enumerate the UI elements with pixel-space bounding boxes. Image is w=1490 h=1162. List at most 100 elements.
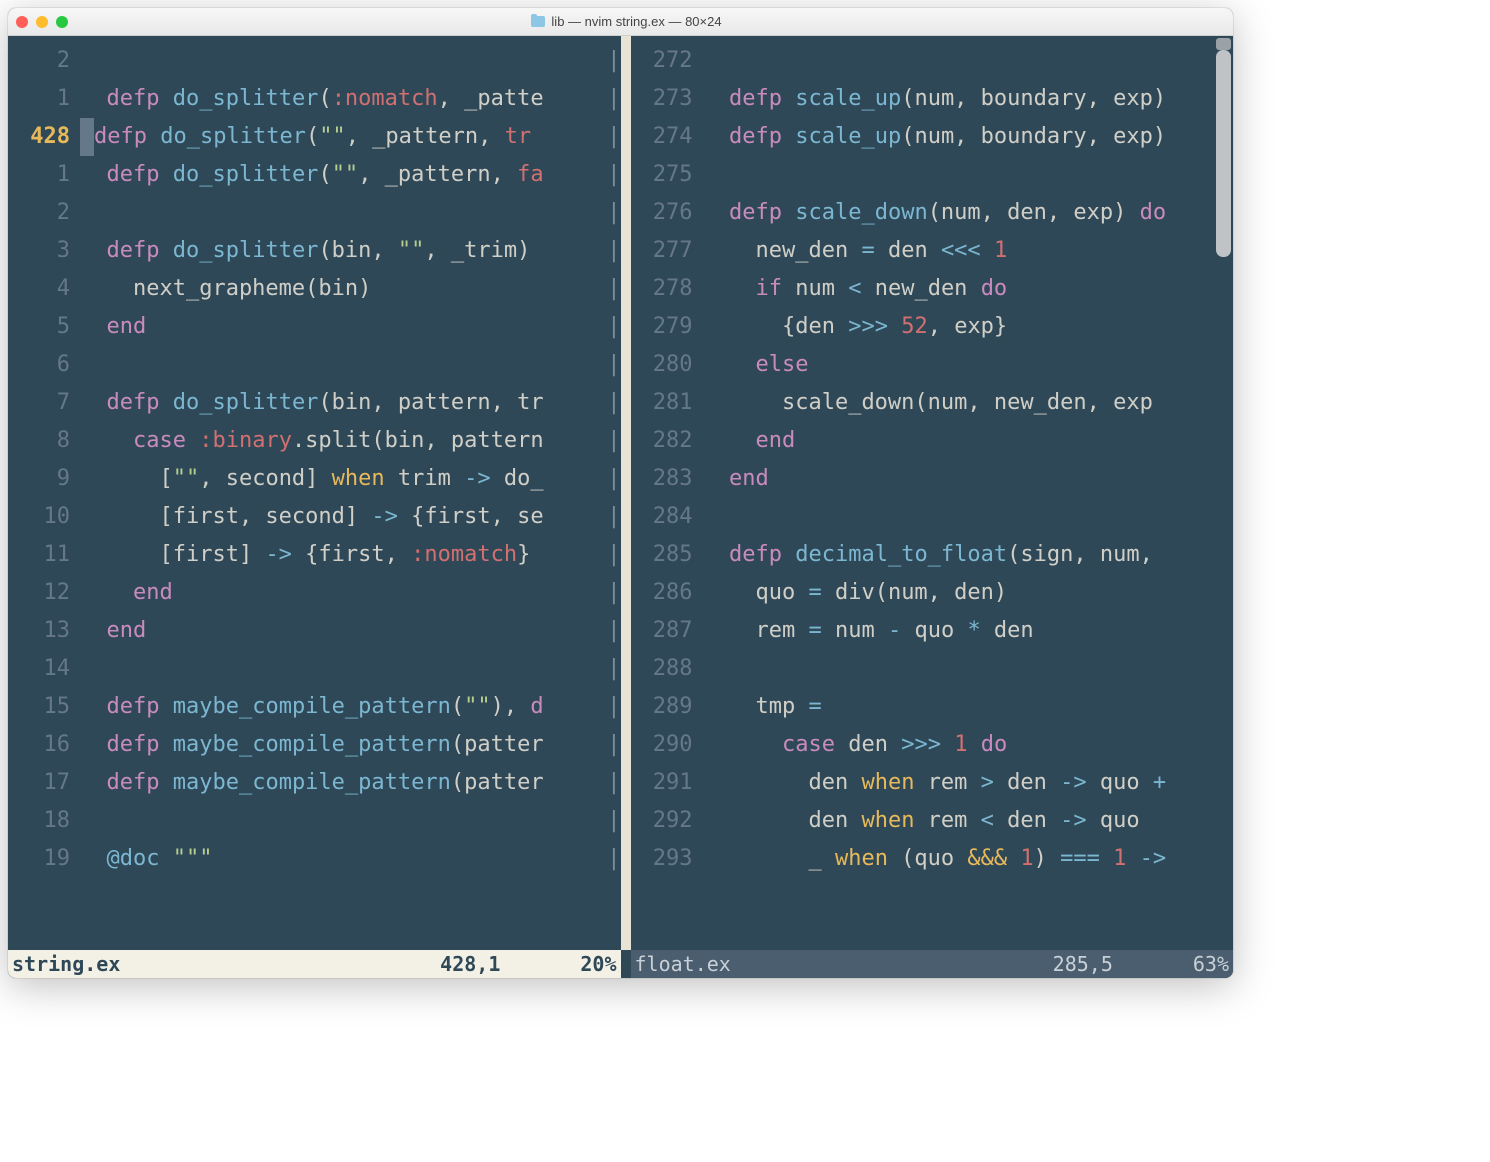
code-content: tmp = [703, 688, 822, 726]
folder-icon [531, 16, 545, 27]
minimize-icon[interactable] [36, 16, 48, 28]
code-content: case :binary.split(bin, pattern [80, 422, 544, 460]
editor[interactable]: 2|1 defp do_splitter(:nomatch, _patte|42… [8, 36, 1233, 978]
pane-left[interactable]: 2|1 defp do_splitter(:nomatch, _patte|42… [8, 36, 621, 950]
code-line[interactable]: 15 defp maybe_compile_pattern(""), d| [8, 688, 621, 726]
line-number: 11 [8, 536, 80, 574]
split-pipe-icon: | [607, 612, 620, 650]
code-content: defp do_splitter(bin, "", _trim) [80, 232, 544, 270]
code-line[interactable]: 272 [631, 42, 1234, 80]
vertical-split[interactable] [621, 36, 631, 950]
line-number: 1 [8, 80, 80, 118]
code-line[interactable]: 292 den when rem < den -> quo [631, 802, 1234, 840]
code-line[interactable]: 428defp do_splitter("", _pattern, tr| [8, 118, 621, 156]
line-number: 2 [8, 42, 80, 80]
code-line[interactable]: 4 next_grapheme(bin)| [8, 270, 621, 308]
code-line[interactable]: 284 [631, 498, 1234, 536]
line-number: 274 [631, 118, 703, 156]
line-number: 285 [631, 536, 703, 574]
code-line[interactable]: 293 _ when (quo &&& 1) === 1 -> [631, 840, 1234, 878]
code-line[interactable]: 274 defp scale_up(num, boundary, exp) [631, 118, 1234, 156]
code-line[interactable]: 1 defp do_splitter("", _pattern, fa| [8, 156, 621, 194]
code-content: rem = num - quo * den [703, 612, 1034, 650]
code-content: quo = div(num, den) [703, 574, 1008, 612]
split-pipe-icon: | [607, 726, 620, 764]
code-line[interactable]: 1 defp do_splitter(:nomatch, _patte| [8, 80, 621, 118]
line-number: 293 [631, 840, 703, 878]
code-line[interactable]: 276 defp scale_down(num, den, exp) do [631, 194, 1234, 232]
line-number: 277 [631, 232, 703, 270]
code-line[interactable]: 286 quo = div(num, den) [631, 574, 1234, 612]
code-line[interactable]: 14| [8, 650, 621, 688]
code-content: next_grapheme(bin) [80, 270, 371, 308]
code-line[interactable]: 275 [631, 156, 1234, 194]
split-pipe-icon: | [607, 384, 620, 422]
code-line[interactable]: 290 case den >>> 1 do [631, 726, 1234, 764]
code-line[interactable]: 6| [8, 346, 621, 384]
code-line[interactable]: 283 end [631, 460, 1234, 498]
code-line[interactable]: 285 defp decimal_to_float(sign, num, [631, 536, 1234, 574]
split-pipe-icon: | [607, 270, 620, 308]
code-line[interactable]: 8 case :binary.split(bin, pattern | [8, 422, 621, 460]
line-number: 3 [8, 232, 80, 270]
code-content: defp decimal_to_float(sign, num, [703, 536, 1153, 574]
split-pipe-icon: | [607, 840, 620, 878]
code-line[interactable]: 19 @doc """| [8, 840, 621, 878]
code-line[interactable]: 7 defp do_splitter(bin, pattern, tr| [8, 384, 621, 422]
split-pipe-icon: | [607, 802, 620, 840]
code-line[interactable]: 16 defp maybe_compile_pattern(patter| [8, 726, 621, 764]
code-line[interactable]: 282 end [631, 422, 1234, 460]
split-pipe-icon: | [607, 308, 620, 346]
code-line[interactable]: 11 [first] -> {first, :nomatch} | [8, 536, 621, 574]
code-content: ["", second] when trim -> do_ [80, 460, 544, 498]
code-line[interactable]: 278 if num < new_den do [631, 270, 1234, 308]
split-pipe-icon: | [607, 118, 620, 156]
code-line[interactable]: 280 else [631, 346, 1234, 384]
code-line[interactable]: 273 defp scale_up(num, boundary, exp) [631, 80, 1234, 118]
line-number: 7 [8, 384, 80, 422]
code-content: end [80, 308, 146, 346]
split-pipe-icon: | [607, 156, 620, 194]
code-content: defp maybe_compile_pattern(""), d [80, 688, 544, 726]
code-line[interactable]: 287 rem = num - quo * den [631, 612, 1234, 650]
code-line[interactable]: 3 defp do_splitter(bin, "", _trim) | [8, 232, 621, 270]
code-line[interactable]: 18 | [8, 802, 621, 840]
line-number: 287 [631, 612, 703, 650]
line-number: 15 [8, 688, 80, 726]
code-line[interactable]: 10 [first, second] -> {first, se| [8, 498, 621, 536]
line-number: 282 [631, 422, 703, 460]
pane-right[interactable]: 272273 defp scale_up(num, boundary, exp)… [631, 36, 1234, 950]
code-line[interactable]: 281 scale_down(num, new_den, exp [631, 384, 1234, 422]
line-number: 275 [631, 156, 703, 194]
line-number: 272 [631, 42, 703, 80]
code-line[interactable]: 291 den when rem > den -> quo + [631, 764, 1234, 802]
code-line[interactable]: 288 [631, 650, 1234, 688]
code-line[interactable]: 17 defp maybe_compile_pattern(patter| [8, 764, 621, 802]
code-line[interactable]: 9 ["", second] when trim -> do_| [8, 460, 621, 498]
code-content: den when rem < den -> quo [703, 802, 1140, 840]
close-icon[interactable] [16, 16, 28, 28]
line-number: 279 [631, 308, 703, 346]
code-line[interactable]: 12 end| [8, 574, 621, 612]
line-number: 292 [631, 802, 703, 840]
code-line[interactable]: 2| [8, 194, 621, 232]
line-number: 290 [631, 726, 703, 764]
window-title: lib — nvim string.ex — 80×24 [52, 14, 1201, 29]
line-number: 428 [8, 118, 80, 156]
code-line[interactable]: 5 end| [8, 308, 621, 346]
code-line[interactable]: 289 tmp = [631, 688, 1234, 726]
line-number: 16 [8, 726, 80, 764]
line-number: 12 [8, 574, 80, 612]
code-line[interactable]: 279 {den >>> 52, exp} [631, 308, 1234, 346]
split-pipe-icon: | [607, 422, 620, 460]
code-line[interactable]: 13 end| [8, 612, 621, 650]
statusline: string.ex 428,1 20% float.ex 285,5 63% [8, 950, 1233, 978]
line-number: 10 [8, 498, 80, 536]
titlebar[interactable]: lib — nvim string.ex — 80×24 [8, 8, 1233, 36]
code-line[interactable]: 2| [8, 42, 621, 80]
line-number: 18 [8, 802, 80, 840]
code-content: _ when (quo &&& 1) === 1 -> [703, 840, 1167, 878]
code-content: defp do_splitter(:nomatch, _patte [80, 80, 544, 118]
code-line[interactable]: 277 new_den = den <<< 1 [631, 232, 1234, 270]
line-number: 8 [8, 422, 80, 460]
